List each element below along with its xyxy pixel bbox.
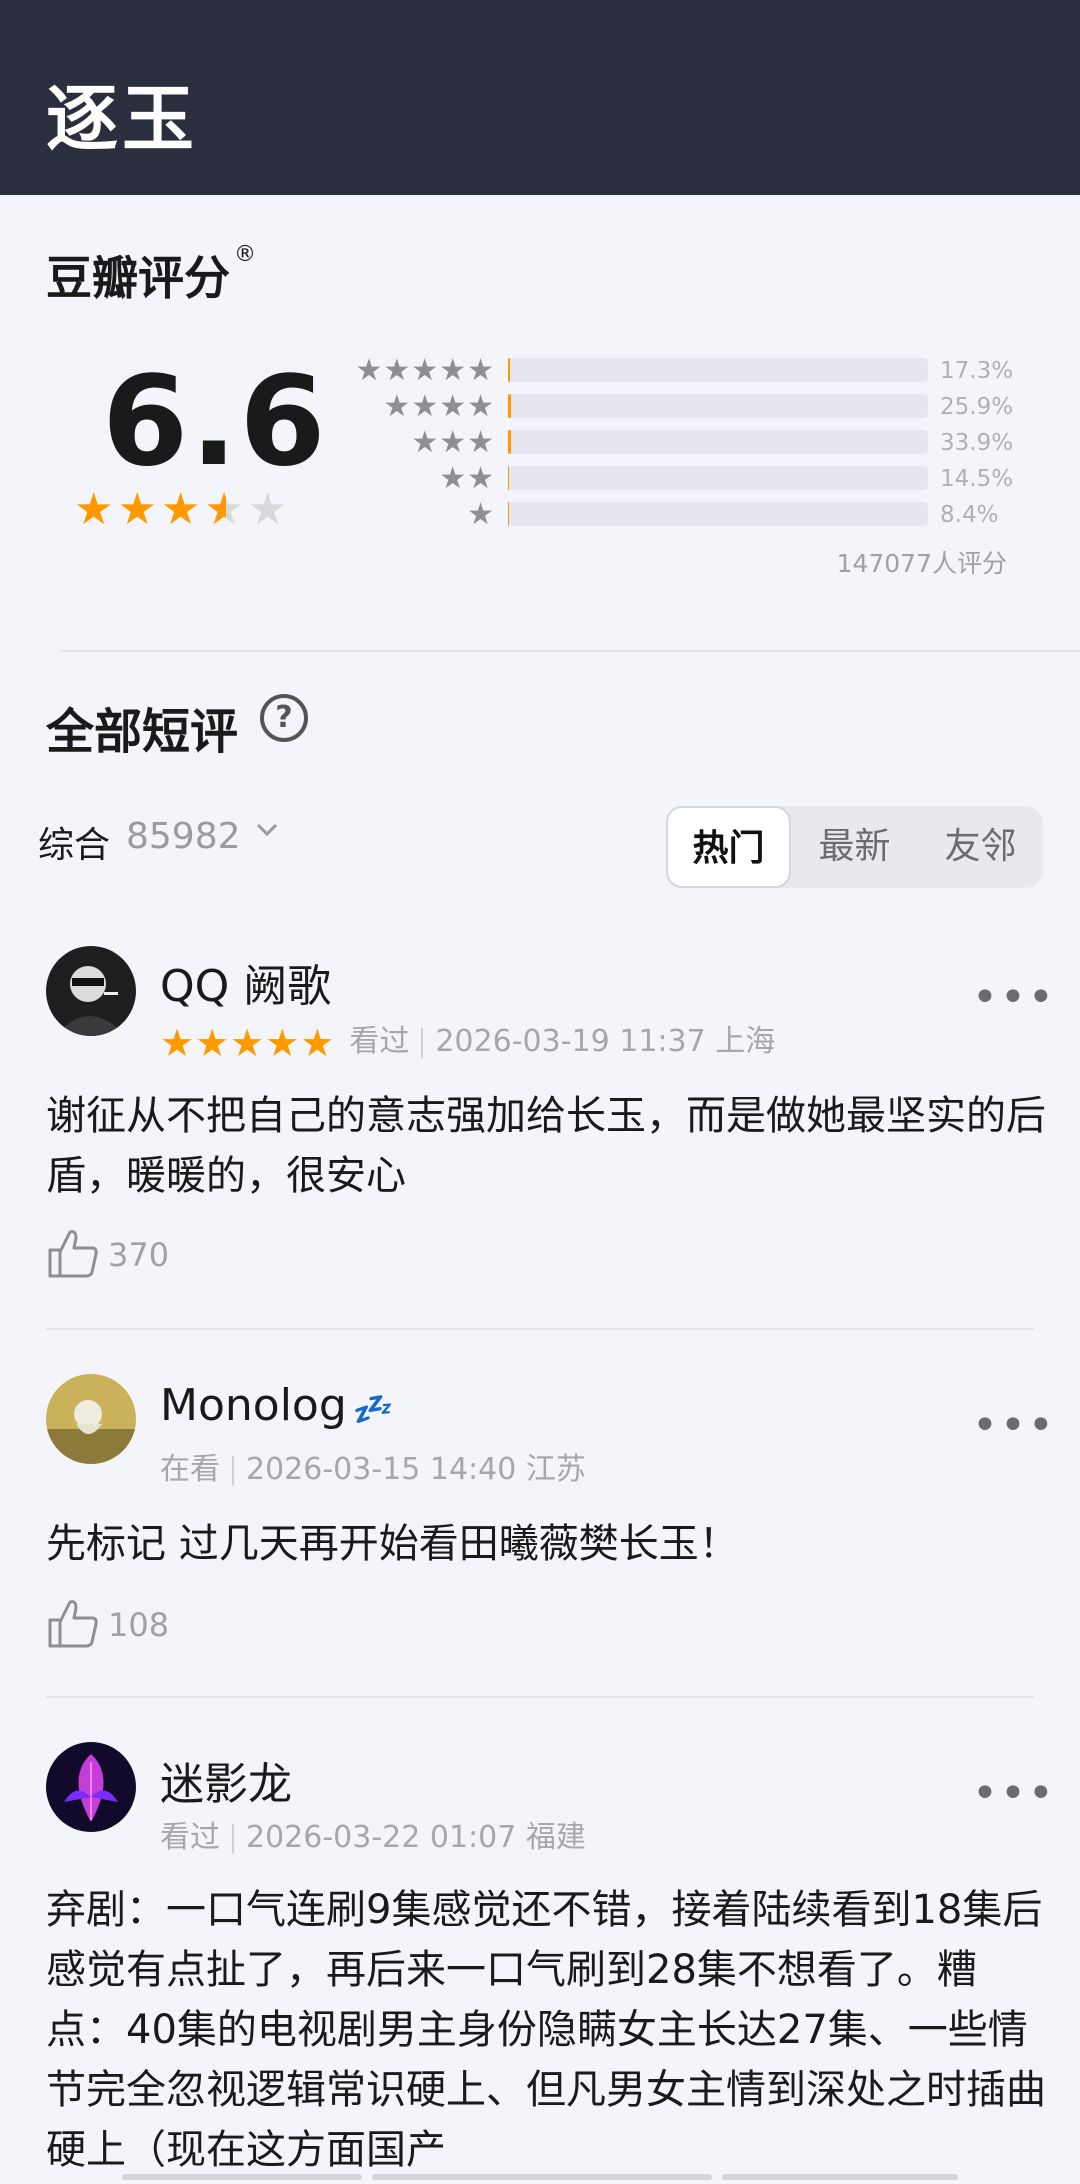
section-divider <box>60 650 1080 652</box>
reviews-tab-bar: 热门 最新 友邻 <box>666 806 1043 888</box>
more-icon[interactable]: ••• <box>972 1404 1056 1448</box>
dist-bar <box>508 430 928 454</box>
thumbs-up-icon[interactable] <box>46 1226 100 1280</box>
rating-total: 147077人评分 <box>836 549 1007 578</box>
tab-hot[interactable]: 热门 <box>666 806 791 888</box>
dist-percent: 25.9% <box>940 394 1014 420</box>
like-count: 370 <box>108 1236 170 1274</box>
tab-latest[interactable]: 最新 <box>792 806 917 888</box>
half-star-icon: ★★ <box>204 484 248 535</box>
dist-stars: ★★★ <box>411 425 495 460</box>
reviews-title: 全部短评 <box>46 704 239 760</box>
review-meta: 看过 2026-03-22 01:07 福建 <box>160 1812 586 1856</box>
review-meta: ★★★★★ 看过 2026-03-19 11:37 上海 <box>160 1016 775 1065</box>
scroll-indicator <box>372 2174 712 2180</box>
star-icon: ★ <box>117 484 161 535</box>
avatar[interactable] <box>46 1374 136 1464</box>
dist-bar <box>508 502 928 526</box>
scroll-indicator <box>122 2174 362 2180</box>
avatar[interactable] <box>46 946 136 1036</box>
review-text: 先标记 过几天再开始看田曦薇樊长玉！ <box>46 1521 739 1567</box>
tab-friends[interactable]: 友邻 <box>918 806 1043 888</box>
scroll-indicator <box>722 2174 958 2180</box>
rating-dist-row: ★★★★★ 17.3% <box>340 356 1020 386</box>
review-time: 2026-03-22 01:07 福建 <box>246 1820 586 1855</box>
rating-dist-row: ★★★★ 25.9% <box>340 392 1020 422</box>
review-text: 弃剧：一口气连刷9集感觉还不错，接着陆续看到18集后感觉有点扯了，再后来一口气刷… <box>46 1887 1046 2173</box>
review-divider <box>46 1696 1034 1698</box>
review-status: 看过 <box>349 1024 410 1059</box>
review-divider <box>46 1328 1034 1330</box>
thumbs-up-icon[interactable] <box>46 1596 100 1650</box>
star-icon: ★ <box>74 484 118 535</box>
review-text: 谢征从不把自己的意志强加给长玉，而是做她最坚实的后盾，暖暖的，很安心 <box>46 1093 1046 1199</box>
rating-dist-row: ★★★ 33.9% <box>340 428 1020 458</box>
review-count[interactable]: 85982 <box>126 816 241 857</box>
dist-stars: ★★ <box>439 461 495 496</box>
more-icon[interactable]: ••• <box>972 1772 1056 1816</box>
rating-dist-row: ★★ 14.5% <box>340 464 1020 494</box>
registered-mark: ® <box>234 242 256 267</box>
star-icon: ★ <box>160 484 205 535</box>
dist-percent: 8.4% <box>940 502 999 528</box>
review-time: 2026-03-19 11:37 上海 <box>435 1024 776 1059</box>
sort-dropdown[interactable]: 综合 <box>38 816 110 868</box>
question-circle-icon[interactable]: ? <box>260 694 308 742</box>
score-stars: ★★★★★★ <box>74 488 291 532</box>
review-username[interactable]: Monolog 💤 <box>160 1380 391 1431</box>
dist-bar <box>508 394 928 418</box>
rating-score: 6.6 <box>102 350 328 494</box>
review-stars: ★★★★★ <box>160 1020 336 1065</box>
review-username[interactable]: QQ 阙歌 <box>160 950 331 1014</box>
review-username[interactable]: 迷影龙 <box>160 1748 292 1812</box>
like-count: 108 <box>108 1606 170 1644</box>
dist-percent: 17.3% <box>940 358 1014 384</box>
app-header: 逐玉 <box>0 0 1080 195</box>
review-status: 在看 <box>160 1452 220 1487</box>
page-title: 逐玉 <box>46 77 199 161</box>
rating-dist-row: ★ 8.4% <box>340 500 1020 530</box>
dist-stars: ★★★★ <box>383 389 495 424</box>
chevron-down-icon[interactable] <box>252 814 282 852</box>
empty-star-icon: ★ <box>247 484 292 535</box>
review-status: 看过 <box>160 1820 220 1855</box>
avatar[interactable] <box>46 1742 136 1832</box>
dist-bar <box>508 466 928 490</box>
dist-stars: ★★★★★ <box>355 353 495 388</box>
dist-bar <box>508 358 928 382</box>
review-time: 2026-03-15 14:40 江苏 <box>246 1452 586 1487</box>
sleep-emoji-icon: 💤 <box>350 1390 391 1428</box>
dist-stars: ★ <box>467 497 495 532</box>
rating-label: 豆瓣评分 ® <box>46 242 256 305</box>
review-meta: 在看 2026-03-15 14:40 江苏 <box>160 1444 586 1488</box>
more-icon[interactable]: ••• <box>972 976 1056 1020</box>
dist-percent: 33.9% <box>940 430 1014 456</box>
dist-percent: 14.5% <box>940 466 1014 492</box>
